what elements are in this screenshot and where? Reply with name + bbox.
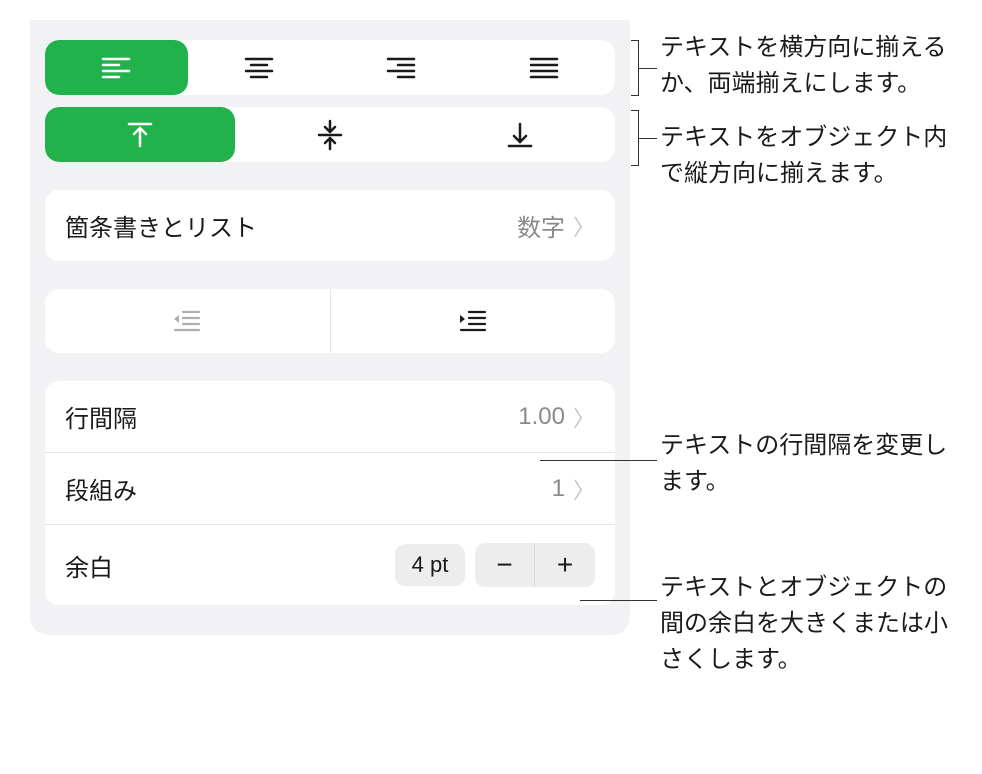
columns-row[interactable]: 段組み 1 〉 (45, 453, 615, 525)
margins-label: 余白 (65, 548, 113, 583)
line-spacing-row[interactable]: 行間隔 1.00 〉 (45, 381, 615, 453)
callout-line (540, 460, 657, 461)
callout-line-spacing: テキストの行間隔を変更します。 (660, 428, 970, 500)
columns-value: 1 (552, 475, 565, 503)
align-right-icon (384, 51, 418, 85)
callout-line (639, 138, 657, 139)
callout-line (580, 600, 657, 601)
valign-top-button[interactable] (45, 107, 235, 162)
format-panel: 箇条書きとリスト 数字 〉 (30, 20, 630, 635)
line-spacing-value: 1.00 (518, 403, 565, 431)
valign-bottom-icon (503, 118, 537, 152)
columns-label: 段組み (65, 471, 137, 506)
valign-middle-icon (313, 118, 347, 152)
increase-indent-button[interactable] (331, 289, 616, 353)
bullets-label: 箇条書きとリスト (65, 208, 257, 243)
chevron-right-icon: 〉 (573, 401, 595, 433)
callout-horizontal-align: テキストを横方向に揃えるか、両端揃えにします。 (660, 30, 970, 102)
increase-indent-icon (457, 307, 489, 335)
align-justify-button[interactable] (473, 40, 616, 95)
decrease-indent-icon (171, 307, 203, 335)
bullets-value: 数字 (517, 208, 565, 243)
vertical-alignment-group (45, 107, 615, 162)
indent-group (45, 289, 615, 353)
align-left-button[interactable] (45, 40, 188, 95)
margins-decrease-button[interactable]: − (475, 543, 535, 587)
line-spacing-label: 行間隔 (65, 399, 137, 434)
chevron-right-icon: 〉 (573, 473, 595, 505)
align-center-button[interactable] (188, 40, 331, 95)
valign-top-icon (123, 118, 157, 152)
paragraph-section: 行間隔 1.00 〉 段組み 1 〉 余白 4 pt − + (45, 381, 615, 605)
decrease-indent-button[interactable] (45, 289, 331, 353)
align-justify-icon (527, 51, 561, 85)
bullets-row[interactable]: 箇条書きとリスト 数字 〉 (45, 190, 615, 261)
align-center-icon (242, 51, 276, 85)
align-left-icon (99, 51, 133, 85)
valign-bottom-button[interactable] (425, 107, 615, 162)
margins-stepper: − + (475, 543, 595, 587)
margins-row: 余白 4 pt − + (45, 525, 615, 605)
margins-increase-button[interactable]: + (535, 543, 595, 587)
callout-margin: テキストとオブジェクトの間の余白を大きくまたは小さくします。 (660, 570, 970, 678)
callout-line (639, 68, 657, 69)
callout-vertical-align: テキストをオブジェクト内で縦方向に揃えます。 (660, 120, 970, 192)
bullets-section: 箇条書きとリスト 数字 〉 (45, 190, 615, 261)
align-right-button[interactable] (330, 40, 473, 95)
margins-value[interactable]: 4 pt (395, 544, 465, 586)
horizontal-alignment-group (45, 40, 615, 95)
valign-middle-button[interactable] (235, 107, 425, 162)
chevron-right-icon: 〉 (573, 210, 595, 242)
